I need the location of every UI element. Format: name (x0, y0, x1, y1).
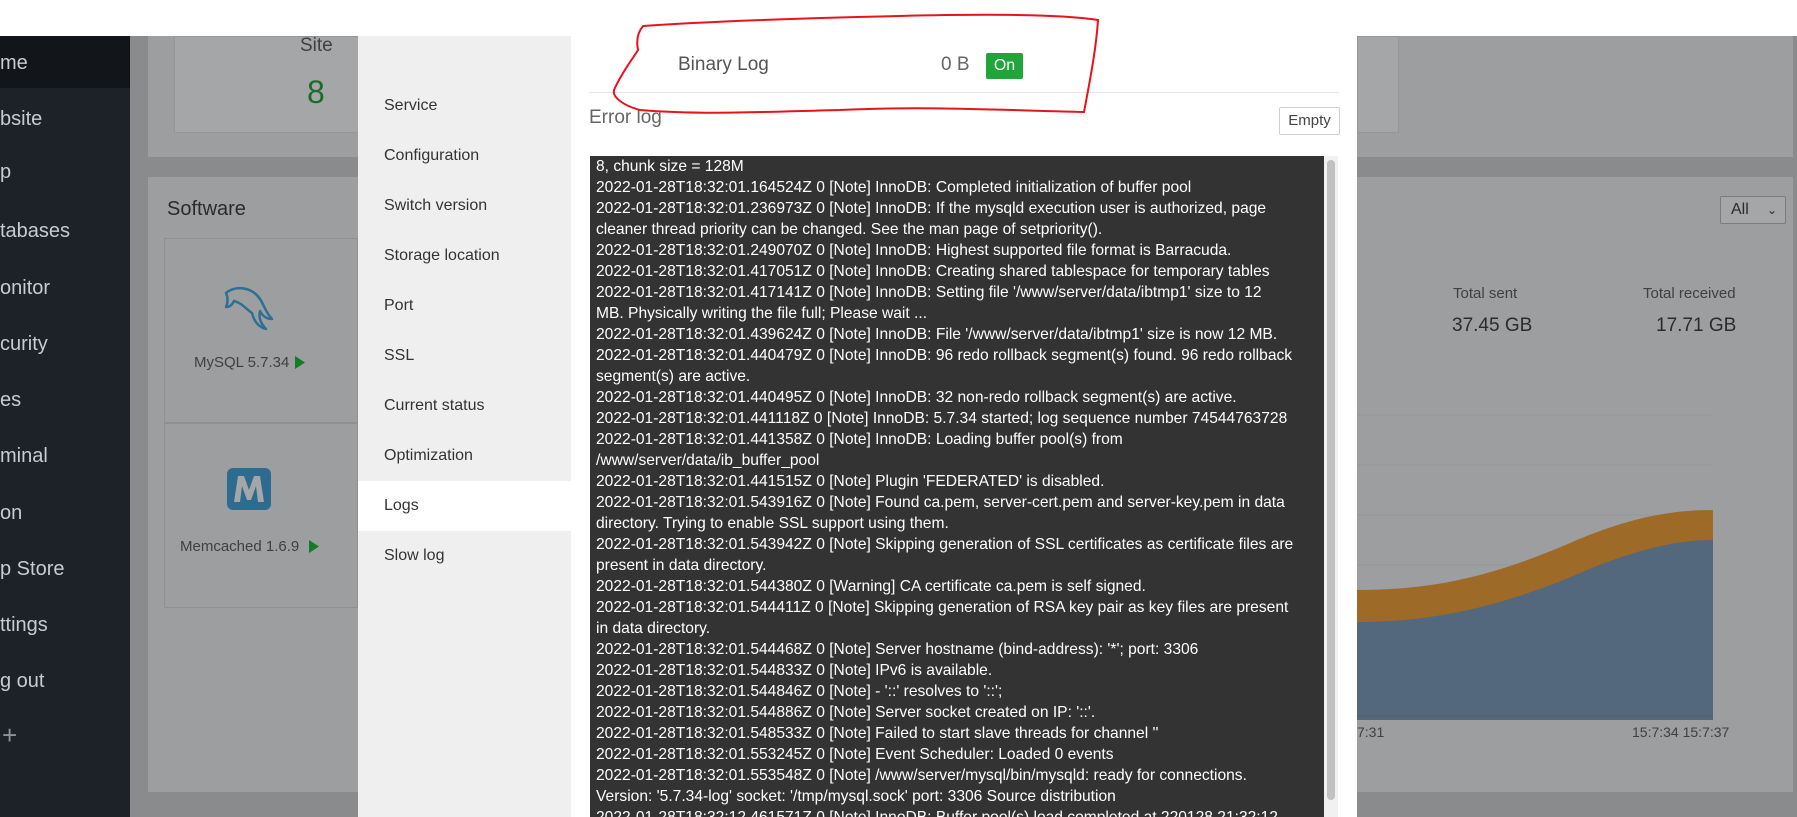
log-line: directory. Trying to enable SSL support … (596, 515, 949, 532)
total-sent-value: 37.45 GB (1452, 315, 1533, 336)
log-scrollbar[interactable] (1324, 156, 1338, 817)
nav-item-storage-location[interactable]: Storage location (358, 231, 571, 281)
sidebar-item-databases[interactable]: tabases (0, 220, 70, 243)
log-line: /www/server/data/ib_buffer_pool (596, 452, 820, 469)
sidebar-item-terminal[interactable]: minal (0, 445, 48, 468)
log-line: 2022-01-28T18:32:01.544468Z 0 [Note] Ser… (596, 641, 1199, 658)
log-line: 2022-01-28T18:32:01.548533Z 0 [Note] Fai… (596, 725, 1159, 742)
empty-log-button[interactable]: Empty (1279, 107, 1340, 135)
log-line: cleaner thread priority can be changed. … (596, 221, 1103, 238)
sidebar-item-website[interactable]: bsite (0, 108, 42, 131)
binary-log-row: Binary Log 0 B On (589, 36, 1339, 93)
log-line: 2022-01-28T18:32:01.441118Z 0 [Note] Inn… (596, 410, 1288, 427)
nav-item-optimization[interactable]: Optimization (358, 431, 571, 481)
software-tile-memcached[interactable] (164, 423, 358, 608)
log-line: 2022-01-28T18:32:01.543942Z 0 [Note] Ski… (596, 536, 1294, 553)
binary-log-size: 0 B (941, 54, 970, 75)
logs-panel: Binary Log 0 B On Error log Empty 8, chu… (571, 36, 1357, 817)
total-received-value: 17.71 GB (1656, 315, 1737, 336)
nav-item-configuration[interactable]: Configuration (358, 131, 571, 181)
nav-item-service[interactable]: Service (358, 81, 571, 131)
total-received-label: Total received (1643, 285, 1736, 302)
log-line: 2022-01-28T18:32:01.553245Z 0 [Note] Eve… (596, 746, 1114, 763)
sidebar-item-log-out[interactable]: g out (0, 670, 44, 693)
sidebar-item-security[interactable]: curity (0, 333, 48, 356)
sidebar-item-files[interactable]: es (0, 389, 21, 412)
modal-nav: Service Configuration Switch version Sto… (358, 36, 571, 817)
log-line: in data directory. (596, 620, 711, 637)
sidebar-item-ftp[interactable]: p (0, 161, 11, 184)
log-line: 2022-01-28T18:32:01.543916Z 0 [Note] Fou… (596, 494, 1285, 511)
site-count[interactable]: 8 (307, 74, 325, 111)
play-icon[interactable] (295, 356, 305, 369)
total-sent-label: Total sent (1453, 285, 1518, 302)
sidebar-item-home[interactable]: me (0, 52, 28, 75)
mysql-settings-modal: Service Configuration Switch version Sto… (358, 36, 1357, 817)
nav-item-switch-version[interactable]: Switch version (358, 181, 571, 231)
traffic-filter-value: All (1731, 201, 1749, 218)
time-tick: 15:7:34 15:7:37 (1632, 724, 1730, 740)
memcached-icon (227, 468, 271, 510)
error-log-title: Error log (589, 107, 662, 128)
stat-box-edge (1357, 36, 1399, 133)
dolphin-icon (224, 286, 274, 331)
sidebar (0, 36, 130, 817)
log-line: 2022-01-28T18:32:01.440495Z 0 [Note] Inn… (596, 389, 1237, 406)
nav-item-logs[interactable]: Logs (358, 481, 571, 531)
log-line: 2022-01-28T18:32:01.544846Z 0 [Note] - '… (596, 683, 1003, 700)
traffic-area-chart (1357, 414, 1713, 720)
log-line: 2022-01-28T18:32:01.236973Z 0 [Note] Inn… (596, 200, 1267, 217)
log-line: 2022-01-28T18:32:01.164524Z 0 [Note] Inn… (596, 179, 1192, 196)
binary-log-status-badge[interactable]: On (986, 53, 1023, 79)
log-line: 2022-01-28T18:32:01.249070Z 0 [Note] Inn… (596, 242, 1232, 259)
binary-log-label: Binary Log (678, 54, 769, 75)
log-line: 2022-01-28T18:32:01.440479Z 0 [Note] Inn… (596, 347, 1293, 364)
log-line: Version: '5.7.34-log' socket: '/tmp/mysq… (596, 788, 1116, 805)
log-line: 2022-01-28T18:32:01.417141Z 0 [Note] Inn… (596, 284, 1262, 301)
log-line: 2022-01-28T18:32:01.553548Z 0 [Note] /ww… (596, 767, 1247, 784)
log-line: 2022-01-28T18:32:01.544833Z 0 [Note] IPv… (596, 662, 993, 679)
log-line: 2022-01-28T18:32:01.544380Z 0 [Warning] … (596, 578, 1146, 595)
sidebar-item-monitor[interactable]: onitor (0, 277, 50, 300)
nav-item-current-status[interactable]: Current status (358, 381, 571, 431)
traffic-filter-select[interactable]: All ⌄ (1720, 196, 1786, 224)
sidebar-item-settings[interactable]: ttings (0, 614, 48, 637)
time-tick: 7:31 (1357, 724, 1385, 740)
sidebar-item-cron[interactable]: on (0, 502, 22, 525)
log-line: present in data directory. (596, 557, 767, 574)
log-line: MB. Physically writing the file full; Pl… (596, 305, 928, 322)
site-label: Site (300, 35, 333, 56)
log-line: 2022-01-28T18:32:01.441358Z 0 [Note] Inn… (596, 431, 1123, 448)
log-line: 2022-01-28T18:32:01.417051Z 0 [Note] Inn… (596, 263, 1270, 280)
error-log-output[interactable]: 8, chunk size = 128M 2022-01-28T18:32:01.… (590, 156, 1338, 817)
log-line: 2022-01-28T18:32:01.544411Z 0 [Note] Ski… (596, 599, 1289, 616)
play-icon[interactable] (309, 540, 319, 553)
log-line: 2022-01-28T18:32:01.544886Z 0 [Note] Ser… (596, 704, 1096, 721)
error-log-lines: 8, chunk size = 128M 2022-01-28T18:32:01.… (596, 156, 1321, 817)
nav-item-port[interactable]: Port (358, 281, 571, 331)
chevron-down-icon: ⌄ (1766, 203, 1777, 217)
sidebar-item-app-store[interactable]: p Store (0, 558, 64, 581)
log-line: 2022-01-28T18:32:12.461571Z 0 [Note] Inn… (596, 807, 1321, 817)
software-name-mysql[interactable]: MySQL 5.7.34 (194, 354, 289, 371)
log-line: 2022-01-28T18:32:01.441515Z 0 [Note] Plu… (596, 473, 1105, 490)
site-stat-box (174, 36, 364, 133)
nav-item-slow-log[interactable]: Slow log (358, 531, 571, 581)
top-bar (0, 0, 1797, 36)
software-name-memcached[interactable]: Memcached 1.6.9 (180, 538, 299, 555)
log-scrollbar-thumb[interactable] (1327, 160, 1335, 800)
nav-item-ssl[interactable]: SSL (358, 331, 571, 381)
log-line: 2022-01-28T18:32:01.439624Z 0 [Note] Inn… (596, 326, 1278, 343)
log-line: segment(s) are active. (596, 368, 751, 385)
log-line: 8, chunk size = 128M (596, 158, 744, 175)
software-title: Software (167, 198, 246, 220)
add-icon[interactable]: + (2, 720, 17, 751)
